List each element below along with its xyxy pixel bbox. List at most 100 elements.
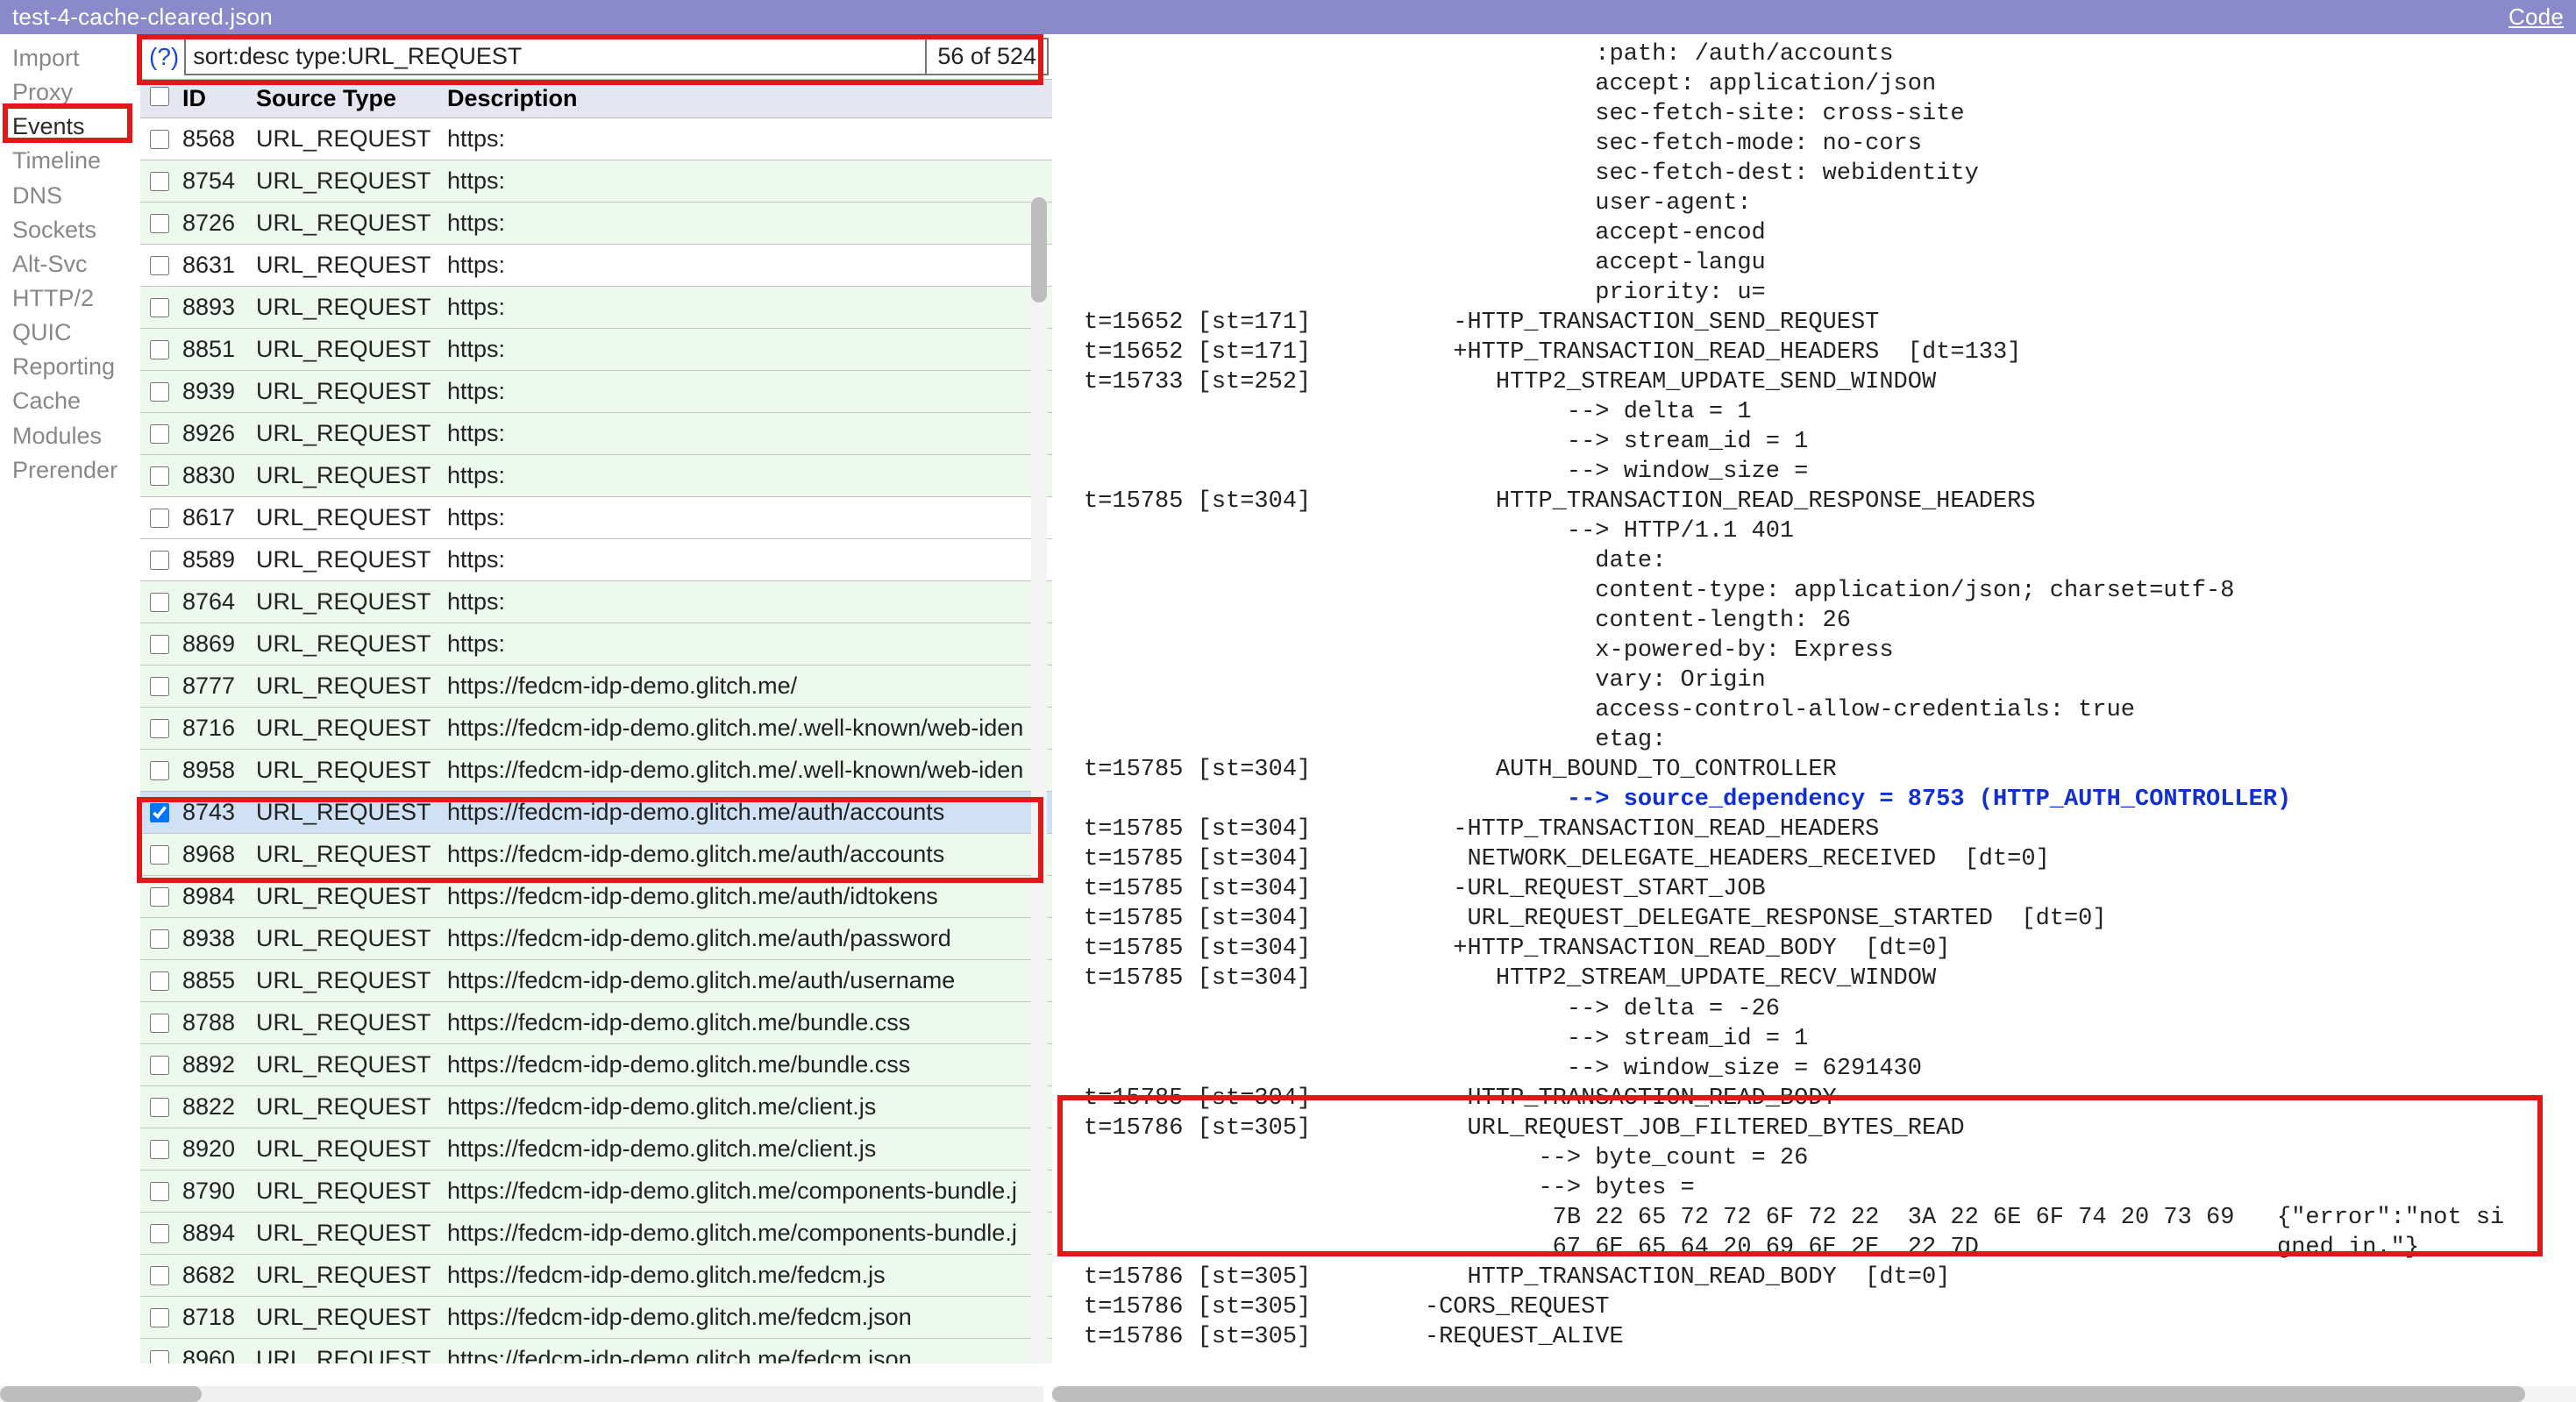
- sidebar-item-sockets[interactable]: Sockets: [12, 213, 135, 247]
- log-line: sec-fetch-dest: webidentity: [1084, 159, 2576, 189]
- table-row[interactable]: 8568URL_REQUESThttps:: [140, 118, 1052, 160]
- table-row[interactable]: 8743URL_REQUESThttps://fedcm-idp-demo.gl…: [140, 792, 1052, 834]
- table-row[interactable]: 8960URL_REQUESThttps://fedcm-idp-demo.gl…: [140, 1339, 1052, 1363]
- table-row[interactable]: 8968URL_REQUESThttps://fedcm-idp-demo.gl…: [140, 834, 1052, 876]
- sidebar-item-import[interactable]: Import: [12, 41, 135, 75]
- row-checkbox[interactable]: [150, 1224, 169, 1243]
- table-row[interactable]: 8892URL_REQUESThttps://fedcm-idp-demo.gl…: [140, 1044, 1052, 1086]
- sidebar-item-timeline[interactable]: Timeline: [12, 144, 135, 178]
- row-checkbox[interactable]: [150, 803, 169, 822]
- row-checkbox[interactable]: [150, 1182, 169, 1201]
- header-type[interactable]: Source Type: [253, 85, 442, 112]
- table-row[interactable]: 8718URL_REQUESThttps://fedcm-idp-demo.gl…: [140, 1297, 1052, 1339]
- code-link[interactable]: Code: [2508, 4, 2564, 31]
- table-row[interactable]: 8726URL_REQUESThttps:: [140, 203, 1052, 245]
- row-checkbox[interactable]: [150, 214, 169, 233]
- row-checkbox[interactable]: [150, 887, 169, 907]
- sidebar-item-http2[interactable]: HTTP/2: [12, 281, 135, 316]
- horizontal-scrollbar-right[interactable]: [1052, 1386, 2576, 1402]
- log-line: sec-fetch-site: cross-site: [1084, 99, 2576, 129]
- row-checkbox[interactable]: [150, 1098, 169, 1117]
- sidebar-item-dns[interactable]: DNS: [12, 179, 135, 213]
- table-row[interactable]: 8617URL_REQUESThttps:: [140, 497, 1052, 539]
- row-checkbox[interactable]: [150, 172, 169, 191]
- row-type: URL_REQUEST: [253, 210, 442, 237]
- table-row[interactable]: 8716URL_REQUESThttps://fedcm-idp-demo.gl…: [140, 708, 1052, 750]
- row-checkbox[interactable]: [150, 593, 169, 612]
- row-id: 8754: [179, 167, 253, 195]
- row-checkbox[interactable]: [150, 509, 169, 528]
- row-checkbox[interactable]: [150, 1014, 169, 1033]
- table-row[interactable]: 8926URL_REQUESThttps:: [140, 413, 1052, 455]
- log-line: --> HTTP/1.1 401: [1084, 516, 2576, 546]
- table-row[interactable]: 8589URL_REQUESThttps:: [140, 539, 1052, 581]
- row-checkbox[interactable]: [150, 340, 169, 359]
- sidebar-item-quic[interactable]: QUIC: [12, 316, 135, 350]
- sidebar-item-modules[interactable]: Modules: [12, 419, 135, 453]
- table-row[interactable]: 8682URL_REQUESThttps://fedcm-idp-demo.gl…: [140, 1255, 1052, 1297]
- row-checkbox[interactable]: [150, 761, 169, 780]
- horizontal-scrollbar-left[interactable]: [0, 1386, 1043, 1402]
- row-checkbox[interactable]: [150, 971, 169, 991]
- table-row[interactable]: 8631URL_REQUESThttps:: [140, 245, 1052, 287]
- row-id: 8788: [179, 1009, 253, 1036]
- row-checkbox[interactable]: [150, 382, 169, 402]
- table-row[interactable]: 8851URL_REQUESThttps:: [140, 329, 1052, 371]
- row-id: 8589: [179, 546, 253, 573]
- sidebar-item-prerender[interactable]: Prerender: [12, 453, 135, 487]
- row-checkbox[interactable]: [150, 298, 169, 317]
- row-checkbox[interactable]: [150, 1350, 169, 1364]
- table-row[interactable]: 8869URL_REQUESThttps:: [140, 623, 1052, 665]
- table-row[interactable]: 8822URL_REQUESThttps://fedcm-idp-demo.gl…: [140, 1086, 1052, 1128]
- row-checkbox[interactable]: [150, 551, 169, 570]
- row-type: URL_REQUEST: [253, 757, 442, 784]
- table-row[interactable]: 8958URL_REQUESThttps://fedcm-idp-demo.gl…: [140, 750, 1052, 792]
- table-row[interactable]: 8855URL_REQUESThttps://fedcm-idp-demo.gl…: [140, 960, 1052, 1002]
- row-checkbox[interactable]: [150, 719, 169, 738]
- row-checkbox[interactable]: [150, 1056, 169, 1075]
- log-line: 7B 22 65 72 72 6F 72 22 3A 22 6E 6F 74 2…: [1084, 1203, 2576, 1233]
- table-row[interactable]: 8894URL_REQUESThttps://fedcm-idp-demo.gl…: [140, 1213, 1052, 1255]
- row-checkbox[interactable]: [150, 1140, 169, 1159]
- table-row[interactable]: 8893URL_REQUESThttps:: [140, 287, 1052, 329]
- row-checkbox[interactable]: [150, 845, 169, 865]
- row-checkbox[interactable]: [150, 1266, 169, 1285]
- select-all-checkbox[interactable]: [150, 87, 169, 106]
- row-desc: https:: [442, 504, 1052, 531]
- row-checkbox[interactable]: [150, 929, 169, 949]
- row-checkbox[interactable]: [150, 677, 169, 696]
- row-checkbox[interactable]: [150, 130, 169, 149]
- table-row[interactable]: 8788URL_REQUESThttps://fedcm-idp-demo.gl…: [140, 1002, 1052, 1044]
- sidebar-item-proxy[interactable]: Proxy: [12, 75, 135, 110]
- sidebar-item-cache[interactable]: Cache: [12, 384, 135, 418]
- log-line: content-length: 26: [1084, 606, 2576, 636]
- row-type: URL_REQUEST: [253, 1304, 442, 1331]
- table-row[interactable]: 8938URL_REQUESThttps://fedcm-idp-demo.gl…: [140, 918, 1052, 960]
- header-id[interactable]: ID: [179, 85, 253, 112]
- table-row[interactable]: 8830URL_REQUESThttps:: [140, 455, 1052, 497]
- row-checkbox[interactable]: [150, 466, 169, 486]
- filter-help-link[interactable]: (?): [144, 43, 184, 71]
- row-checkbox[interactable]: [150, 424, 169, 444]
- row-desc: https:: [442, 167, 1052, 195]
- row-checkbox[interactable]: [150, 1308, 169, 1327]
- vertical-scrollbar[interactable]: [1031, 197, 1047, 1363]
- table-row[interactable]: 8764URL_REQUESThttps:: [140, 581, 1052, 623]
- table-row[interactable]: 8920URL_REQUESThttps://fedcm-idp-demo.gl…: [140, 1128, 1052, 1171]
- sidebar-item-events[interactable]: Events: [12, 110, 135, 144]
- table-row[interactable]: 8984URL_REQUESThttps://fedcm-idp-demo.gl…: [140, 876, 1052, 918]
- row-desc: https://fedcm-idp-demo.glitch.me/auth/pa…: [442, 925, 1052, 952]
- sidebar-item-reporting[interactable]: Reporting: [12, 350, 135, 384]
- log-line: --> stream_id = 1: [1084, 1024, 2576, 1054]
- row-checkbox[interactable]: [150, 256, 169, 275]
- row-checkbox[interactable]: [150, 635, 169, 654]
- header-desc[interactable]: Description: [442, 85, 1052, 112]
- table-row[interactable]: 8939URL_REQUESThttps:: [140, 371, 1052, 413]
- filter-input[interactable]: [184, 38, 927, 75]
- sidebar-item-altsvc[interactable]: Alt-Svc: [12, 247, 135, 281]
- log-line: --> window_size = 6291430: [1084, 1054, 2576, 1084]
- table-row[interactable]: 8754URL_REQUESThttps:: [140, 160, 1052, 203]
- table-row[interactable]: 8790URL_REQUESThttps://fedcm-idp-demo.gl…: [140, 1171, 1052, 1213]
- table-row[interactable]: 8777URL_REQUESThttps://fedcm-idp-demo.gl…: [140, 665, 1052, 708]
- row-id: 8716: [179, 715, 253, 742]
